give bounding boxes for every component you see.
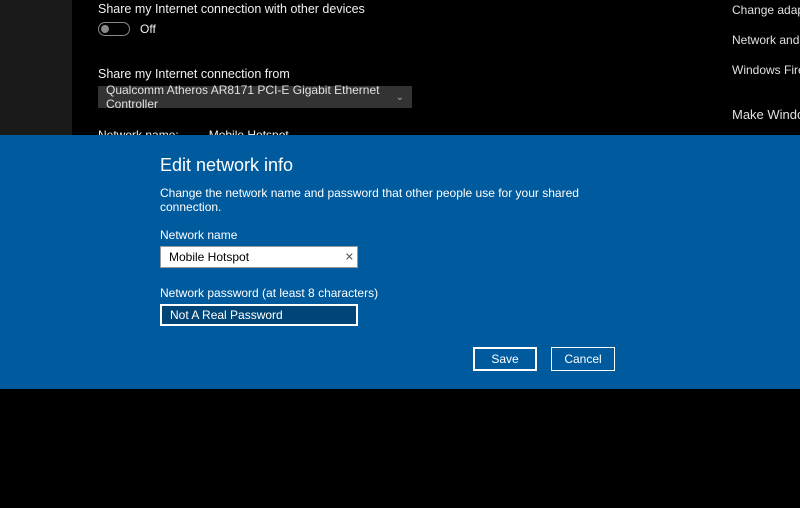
dialog-buttons: Save Cancel	[473, 347, 615, 371]
network-password-input[interactable]	[160, 304, 358, 326]
save-button[interactable]: Save	[473, 347, 537, 371]
network-name-field-label: Network name	[160, 228, 640, 242]
toggle-knob	[101, 25, 109, 33]
link-network-sharing[interactable]: Network and Sharing Center	[732, 33, 800, 47]
network-name-input[interactable]	[160, 246, 358, 268]
toggle-track	[98, 22, 130, 36]
adapter-dropdown[interactable]: Qualcomm Atheros AR8171 PCI-E Gigabit Et…	[98, 86, 412, 108]
network-password-input-wrap	[160, 304, 358, 326]
share-connection-label: Share my Internet connection with other …	[98, 2, 365, 16]
toggle-state-text: Off	[140, 22, 156, 36]
network-name-input-wrap: ✕	[160, 246, 358, 268]
cancel-button[interactable]: Cancel	[551, 347, 615, 371]
dialog-description: Change the network name and password tha…	[160, 186, 640, 214]
dialog-title: Edit network info	[160, 155, 640, 176]
edit-network-dialog: Edit network info Change the network nam…	[0, 135, 800, 389]
chevron-down-icon: ⌄	[396, 92, 404, 103]
feedback-heading: Make Windows better	[732, 107, 800, 122]
network-password-field-label: Network password (at least 8 characters)	[160, 286, 640, 300]
sidebar-placeholder	[0, 0, 72, 135]
share-from-label: Share my Internet connection from	[98, 67, 290, 81]
link-windows-firewall[interactable]: Windows Firewall	[732, 63, 800, 77]
link-change-adapter[interactable]: Change adapter options	[732, 3, 800, 17]
clear-icon[interactable]: ✕	[345, 251, 354, 264]
share-toggle[interactable]: Off	[98, 22, 156, 36]
adapter-name: Qualcomm Atheros AR8171 PCI-E Gigabit Et…	[106, 83, 396, 111]
